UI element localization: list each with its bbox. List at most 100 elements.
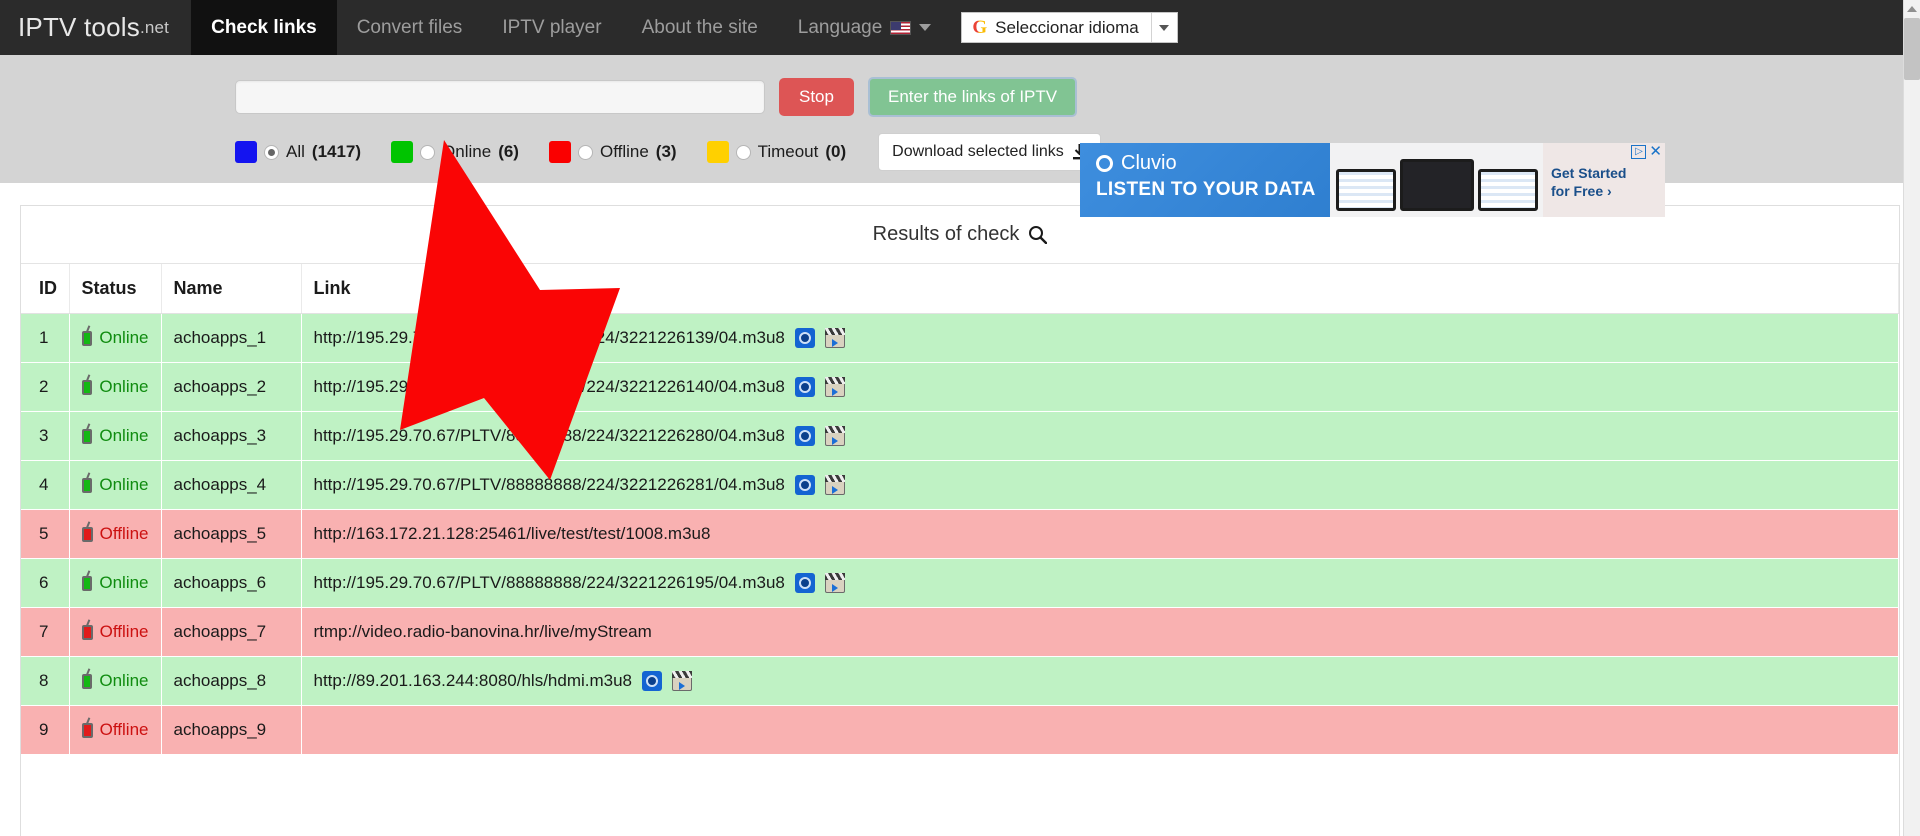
translate-selected-language: Seleccionar idioma (995, 17, 1139, 37)
filter-timeout[interactable]: Timeout (0) (706, 141, 846, 163)
cell-id: 5 (21, 509, 70, 559)
cell-id: 7 (21, 607, 70, 657)
status-label: Online (99, 426, 149, 445)
cell-id: 1 (21, 313, 70, 363)
iptv-links-input[interactable] (235, 80, 765, 114)
scrollbar-thumb[interactable] (1904, 18, 1920, 80)
status-label: Offline (99, 720, 149, 739)
cell-link: http://195.29.70.67/PLTV/88888888/224/32… (301, 411, 1899, 461)
cell-status: Online (69, 558, 162, 608)
results-panel: Results of check ID Status Name Link 1 On… (20, 205, 1900, 836)
screenshot-camera-icon[interactable] (642, 671, 663, 691)
column-header-status[interactable]: Status (69, 264, 162, 314)
stream-link[interactable]: http://195.29.70.67/PLTV/88888888/224/32… (314, 426, 785, 446)
top-navbar: IPTV tools .net Check links Convert files… (0, 0, 1920, 55)
column-header-name[interactable]: Name (161, 264, 302, 314)
stream-link[interactable]: http://195.29.70.82/PLTV/88888888/224/32… (314, 377, 785, 397)
screenshot-camera-icon[interactable] (794, 475, 815, 495)
table-header: ID Status Name Link (21, 264, 1899, 314)
ad-tagline: LISTEN TO YOUR DATA (1096, 179, 1316, 200)
filter-online[interactable]: Online (6) (391, 141, 519, 163)
tv-status-icon (81, 722, 93, 738)
table-row[interactable]: 3 Online achoapps_3 http://195.29.70.67/PLT… (21, 411, 1899, 461)
ad-cta-panel[interactable]: ▷ ✕ Get Started for Free › (1543, 143, 1665, 217)
cell-id: 3 (21, 411, 70, 461)
stream-link[interactable]: http://163.172.21.128:25461/live/test/te… (314, 524, 711, 544)
download-selected-links-button[interactable]: Download selected links (878, 133, 1101, 171)
radio-all[interactable] (264, 144, 279, 160)
nav-item-convert-files[interactable]: Convert files (337, 0, 483, 55)
ad-cta-line2: for Free › (1551, 182, 1612, 199)
filter-all[interactable]: All (1417) (235, 141, 361, 163)
cell-name: achoapps_1 (161, 313, 302, 363)
filter-all-count: (1417) (311, 142, 362, 161)
page-scrollbar[interactable] (1903, 0, 1920, 836)
table-row[interactable]: 8 Online achoapps_8 http://89.201.163.244:8… (21, 656, 1899, 706)
cell-name: achoapps_5 (161, 509, 302, 559)
search-icon[interactable] (1028, 225, 1048, 244)
filter-offline-label: Offline (599, 142, 649, 161)
table-row[interactable]: 9 Offline achoapps_9 (21, 705, 1899, 755)
cell-name: achoapps_9 (161, 705, 302, 755)
language-label: Language (797, 16, 883, 38)
table-row[interactable]: 4 Online achoapps_4 http://195.29.70.67/PLT… (21, 460, 1899, 510)
column-header-link[interactable]: Link (301, 264, 1899, 314)
stream-link[interactable]: http://195.29.70.67/PLTV/88888888/224/32… (314, 475, 785, 495)
toolbar-top-row: Stop Enter the links of IPTV (0, 77, 1920, 117)
close-icon[interactable]: ✕ (1649, 144, 1662, 159)
us-flag-icon (890, 20, 912, 35)
screenshot-camera-icon[interactable] (794, 377, 815, 397)
chevron-down-icon[interactable] (1150, 13, 1177, 42)
table-body: 1 Online achoapps_1 http://195.29.70.82/PLT… (21, 313, 1899, 755)
play-clapboard-icon[interactable] (824, 377, 845, 397)
cell-link: http://163.172.21.128:25461/live/test/te… (301, 509, 1899, 559)
status-label: Online (99, 573, 149, 592)
radio-timeout[interactable] (735, 144, 751, 160)
table-row[interactable]: 2 Online achoapps_2 http://195.29.70.82/PLT… (21, 362, 1899, 412)
play-clapboard-icon[interactable] (824, 426, 845, 446)
stream-link[interactable]: http://195.29.70.82/PLTV/88888888/224/32… (314, 328, 785, 348)
play-clapboard-icon[interactable] (824, 328, 845, 348)
site-logo[interactable]: IPTV tools .net (0, 0, 191, 55)
table-row[interactable]: 7 Offline achoapps_7 rtmp://video.radio-ban… (21, 607, 1899, 657)
radio-online[interactable] (420, 144, 436, 160)
table-row[interactable]: 5 Offline achoapps_5 http://163.172.21.128:… (21, 509, 1899, 559)
adchoices-icon[interactable]: ▷ (1631, 145, 1647, 159)
status-label: Online (99, 475, 149, 494)
tv-status-icon (81, 624, 93, 640)
column-header-id[interactable]: ID (21, 264, 70, 314)
cell-name: achoapps_6 (161, 558, 302, 608)
cell-link: http://195.29.70.67/PLTV/88888888/224/32… (301, 460, 1899, 510)
filter-offline[interactable]: Offline (3) (548, 141, 677, 163)
nav-item-check-links[interactable]: Check links (191, 0, 337, 55)
cell-id: 8 (21, 656, 70, 706)
nav-item-about-the-site[interactable]: About the site (622, 0, 778, 55)
scroll-up-arrow-icon[interactable] (1904, 0, 1920, 17)
stream-link[interactable]: rtmp://video.radio-banovina.hr/live/mySt… (314, 622, 652, 642)
results-table: ID Status Name Link 1 Online achoapps_1 htt… (21, 264, 1899, 755)
stream-link[interactable]: http://195.29.70.67/PLTV/88888888/224/32… (314, 573, 785, 593)
filter-all-label: All (286, 142, 305, 161)
enter-links-button[interactable]: Enter the links of IPTV (867, 77, 1078, 117)
nav-item-language[interactable]: Language (778, 0, 952, 55)
table-header-row: ID Status Name Link (21, 264, 1899, 314)
screenshot-camera-icon[interactable] (794, 328, 815, 348)
tv-status-icon (81, 477, 93, 493)
cell-id: 9 (21, 705, 70, 755)
nav-item-iptv-player[interactable]: IPTV player (482, 0, 621, 55)
play-clapboard-icon[interactable] (824, 573, 845, 593)
radio-offline[interactable] (577, 144, 593, 160)
google-translate-select[interactable]: G Seleccionar idioma (961, 12, 1178, 43)
cell-status: Online (69, 460, 162, 510)
advertisement-banner[interactable]: Cluvio LISTEN TO YOUR DATA ▷ ✕ Get Start… (1080, 143, 1665, 217)
cell-id: 2 (21, 362, 70, 412)
play-clapboard-icon[interactable] (824, 475, 845, 495)
screenshot-camera-icon[interactable] (794, 426, 815, 446)
stop-button[interactable]: Stop (779, 78, 854, 116)
table-row[interactable]: 6 Online achoapps_6 http://195.29.70.67/PLT… (21, 558, 1899, 608)
status-label: Online (99, 671, 149, 690)
stream-link[interactable]: http://89.201.163.244:8080/hls/hdmi.m3u8 (314, 671, 633, 691)
play-clapboard-icon[interactable] (672, 671, 693, 691)
screenshot-camera-icon[interactable] (794, 573, 815, 593)
table-row[interactable]: 1 Online achoapps_1 http://195.29.70.82/PLT… (21, 313, 1899, 363)
